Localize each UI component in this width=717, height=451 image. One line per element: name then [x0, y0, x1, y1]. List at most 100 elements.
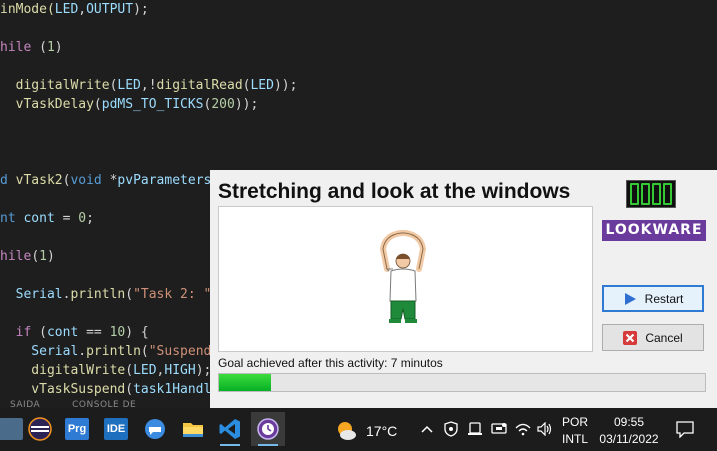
- keyboard-layout: INTL: [562, 432, 589, 446]
- code-token: 0: [78, 211, 87, 226]
- code-token: .: [78, 344, 87, 359]
- code-token: ,!: [140, 78, 157, 93]
- code-line[interactable]: if (cont == 10) {: [0, 323, 149, 342]
- code-line[interactable]: digitalWrite(LED,HIGH);: [0, 361, 211, 380]
- code-token: pdMS_TO_TICKS: [101, 97, 204, 112]
- code-token: (: [31, 249, 40, 264]
- cancel-button-label: Cancel: [645, 330, 683, 345]
- prg-app-icon: Prg: [65, 418, 89, 440]
- lookware-logo: LOOKWARE: [602, 220, 706, 241]
- weather-widget[interactable]: 17°C: [334, 420, 397, 442]
- progress-bar-fill: [219, 374, 271, 391]
- code-line[interactable]: vTaskDelay(pdMS_TO_TICKS(200));: [0, 95, 259, 114]
- notification-icon[interactable]: [676, 420, 694, 439]
- code-token: if: [0, 325, 32, 340]
- temperature-text: 17°C: [366, 423, 398, 439]
- code-token: println: [70, 287, 126, 302]
- code-token: 10: [109, 325, 126, 340]
- exercise-image-panel: [218, 206, 593, 352]
- code-line[interactable]: vTaskSuspend(task1Handle): [0, 380, 227, 399]
- code-line[interactable]: hile(1): [0, 247, 55, 266]
- clock-time: 09:55: [613, 415, 645, 429]
- code-token: );: [195, 363, 212, 378]
- code-token: void: [70, 173, 102, 188]
- code-line[interactable]: Serial.println("Task 2: " +: [0, 285, 227, 304]
- code-token: d: [0, 173, 16, 188]
- code-token: pvParameters: [117, 173, 212, 188]
- code-token: ): [46, 249, 55, 264]
- code-line[interactable]: hile (1): [0, 38, 63, 57]
- taskbar-app-ide[interactable]: IDE: [99, 412, 133, 446]
- code-line[interactable]: d vTask2(void *pvParameters): [0, 171, 219, 190]
- code-token: ==: [78, 325, 110, 340]
- code-token: LED: [250, 78, 274, 93]
- device-icon[interactable]: [466, 420, 484, 438]
- code-token: ,: [78, 2, 87, 17]
- input-language-indicator[interactable]: POR INTL: [562, 414, 588, 448]
- code-token: OUTPUT: [86, 2, 134, 17]
- code-line[interactable]: inMode(LED,OUTPUT);: [0, 0, 149, 19]
- security-shield-icon[interactable]: [442, 420, 460, 438]
- partly-sunny-icon: [338, 422, 356, 440]
- code-token: 1: [46, 40, 55, 55]
- taskbar-clock[interactable]: 09:55 03/11/2022: [594, 414, 664, 448]
- code-token: digitalWrite: [0, 78, 110, 93]
- taskbar-app-chat[interactable]: [138, 412, 172, 446]
- taskbar-app-file-explorer[interactable]: [176, 412, 210, 446]
- code-token: =: [54, 211, 79, 226]
- taskbar-app-prg[interactable]: Prg: [60, 412, 94, 446]
- code-token: (: [140, 344, 149, 359]
- code-token: (: [125, 363, 134, 378]
- code-token: task1Handle: [133, 382, 220, 397]
- chevron-up-icon[interactable]: [418, 420, 436, 438]
- code-token: hile: [0, 40, 32, 55]
- wifi-icon[interactable]: [514, 420, 532, 438]
- language-code: POR: [562, 415, 589, 429]
- stretching-person-illustration: [379, 230, 427, 323]
- code-line[interactable]: digitalWrite(LED,!digitalRead(LED));: [0, 76, 298, 95]
- code-token: inMode(: [0, 2, 55, 17]
- code-token: vTaskDelay: [0, 97, 94, 112]
- code-token: vTask2: [15, 173, 63, 188]
- taskbar-app-eclipse[interactable]: [23, 412, 57, 446]
- clock-date: 03/11/2022: [599, 432, 659, 446]
- chat-app-icon: [145, 419, 165, 439]
- app-icon-partial: [0, 418, 23, 440]
- code-token: digitalRead: [156, 78, 243, 93]
- eclipse-icon: [28, 417, 52, 441]
- code-line[interactable]: Serial.println("Suspender: [0, 342, 227, 361]
- code-token: *: [101, 173, 118, 188]
- taskbar-app-vscode[interactable]: [213, 412, 247, 446]
- restart-button[interactable]: Restart: [602, 285, 704, 312]
- taskbar-app-lookware[interactable]: [251, 412, 285, 446]
- lookware-app-icon: [257, 418, 279, 440]
- code-token: HIGH: [164, 363, 196, 378]
- code-token: (: [125, 287, 134, 302]
- dialog-title: Stretching and look at the windows: [218, 180, 571, 203]
- code-token: ;: [86, 211, 94, 226]
- ide-app-icon: IDE: [104, 418, 128, 440]
- code-token: LED: [133, 363, 157, 378]
- code-token: (: [125, 382, 134, 397]
- code-token: ));: [273, 78, 298, 93]
- vscode-icon: [219, 419, 240, 439]
- code-token: cont: [46, 325, 79, 340]
- code-token: Serial: [0, 287, 63, 302]
- code-token: hile: [0, 249, 32, 264]
- code-line[interactable]: nt cont = 0;: [0, 209, 94, 228]
- code-token: vTaskSuspend: [0, 382, 126, 397]
- code-token: ) {: [125, 325, 149, 340]
- code-token: println: [86, 344, 141, 359]
- network-adapter-icon[interactable]: [490, 420, 508, 438]
- goal-status-text: Goal achieved after this activity: 7 min…: [218, 356, 443, 370]
- digital-clock-icon: [626, 180, 676, 208]
- progress-bar: [218, 373, 706, 392]
- code-token: (: [93, 97, 102, 112]
- code-token: digitalWrite: [0, 363, 126, 378]
- restart-button-label: Restart: [644, 291, 684, 306]
- code-token: ): [54, 40, 63, 55]
- stretch-reminder-dialog: Stretching and look at the windows LOOKW…: [210, 170, 717, 408]
- play-icon: [624, 292, 636, 305]
- cancel-button[interactable]: Cancel: [602, 324, 704, 351]
- speaker-icon[interactable]: [536, 420, 554, 438]
